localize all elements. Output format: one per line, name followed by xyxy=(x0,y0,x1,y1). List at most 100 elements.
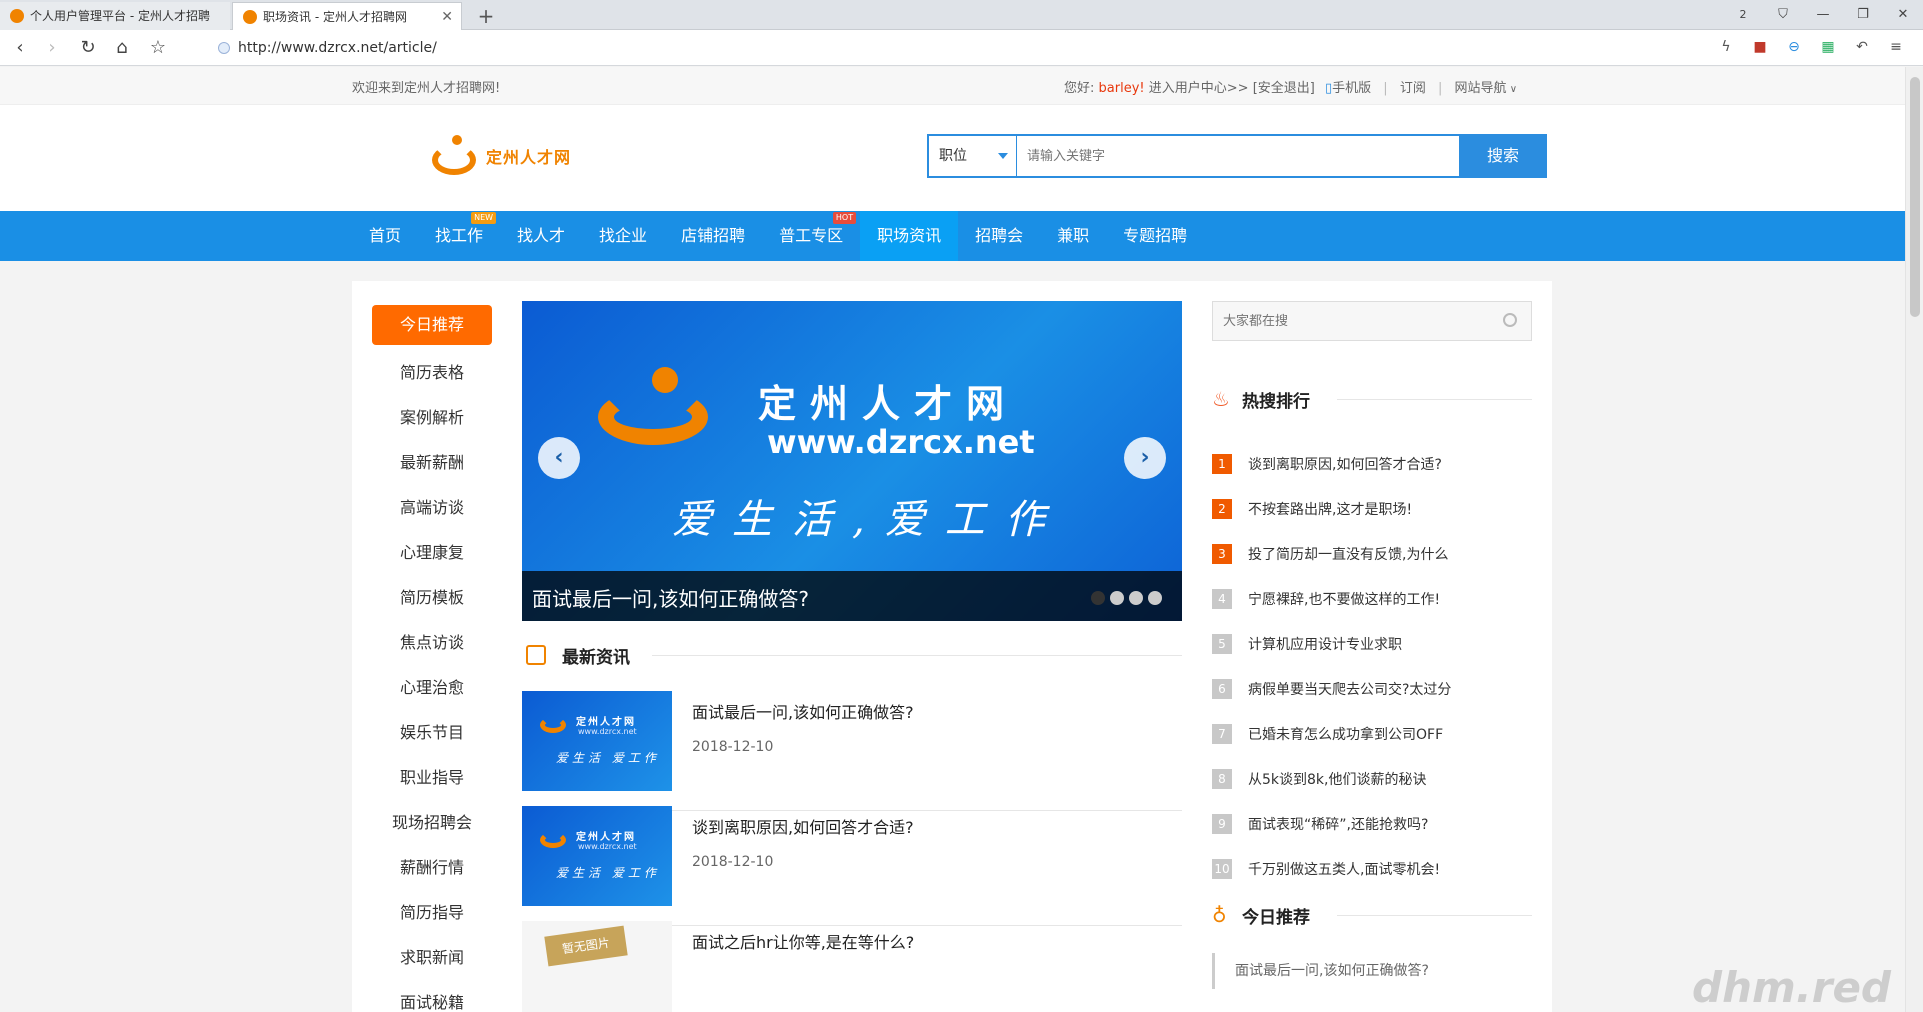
divider: | xyxy=(1437,81,1443,96)
hot-search-item[interactable]: 4 宁愿裸辞,也不要做这样的工作! xyxy=(1212,576,1532,621)
content-container: 今日推荐简历表格 案例解析 最新薪酬 高端访谈 心理康复 简历模板 焦点访谈 心理治愈 娱乐节目… xyxy=(352,281,1552,1012)
article-title[interactable]: 谈到离职原因,如何回答才合适? xyxy=(692,814,914,838)
hot-search-item[interactable]: 8 从5k谈到8k,他们谈薪的秘诀 xyxy=(1212,756,1532,801)
hot-search-text: 千万别做这五类人,面试零机会! xyxy=(1248,861,1441,878)
sidebar-item[interactable]: 案例解析 xyxy=(372,395,492,440)
nav-item[interactable]: 兼职 xyxy=(1040,211,1106,261)
refresh-icon[interactable]: ↻ xyxy=(76,36,100,60)
nav-item[interactable]: 首页 xyxy=(352,211,418,261)
lightning-icon[interactable]: ϟ xyxy=(1715,36,1737,58)
sidebar-item[interactable]: 现场招聘会 xyxy=(372,800,492,845)
divider xyxy=(652,655,1182,656)
new-tab-button[interactable]: + xyxy=(472,2,500,30)
hot-search-item[interactable]: 5 计算机应用设计专业求职 xyxy=(1212,621,1532,666)
rank-badge: 10 xyxy=(1212,858,1232,879)
search-icon[interactable] xyxy=(1503,313,1517,327)
article-item[interactable]: 定州人才网 www.dzrcx.net 爱生活 爱工作 面试最后一问,该如何正确做答?… xyxy=(522,691,1182,811)
sidebar-item[interactable]: 简历指导 xyxy=(372,890,492,935)
sidebar-item[interactable]: 焦点访谈 xyxy=(372,620,492,665)
minimize-button[interactable]: — xyxy=(1803,0,1843,30)
browser-tab[interactable]: 个人用户管理平台 - 定州人才招聘 xyxy=(0,2,230,30)
carousel-dot[interactable] xyxy=(1129,591,1143,605)
tab-count-badge[interactable]: 2 xyxy=(1723,0,1763,30)
restore-button[interactable]: ❐ xyxy=(1843,0,1883,30)
nav-item[interactable]: 找工作 NEW xyxy=(418,211,500,261)
nav-item[interactable]: 职场资讯 xyxy=(860,211,959,261)
carousel-dot[interactable] xyxy=(1110,591,1124,605)
shirt-icon[interactable]: ⛉ xyxy=(1763,0,1803,30)
page-scrollbar[interactable] xyxy=(1905,67,1923,1012)
article-title[interactable]: 面试之后hr让你等,是在等什么? xyxy=(692,929,914,953)
url-input[interactable]: http://www.dzrcx.net/article/ xyxy=(212,36,1652,60)
back-icon[interactable]: ‹ xyxy=(8,36,32,60)
sidebar-item[interactable]: 心理康复 xyxy=(372,530,492,575)
nav-item[interactable]: 找企业 xyxy=(582,211,664,261)
browser-tab-active[interactable]: 职场资讯 - 定州人才招聘网 ✕ xyxy=(232,2,462,30)
thumb-title: 定州人才网 xyxy=(576,832,636,843)
nav-item[interactable]: 招聘会 xyxy=(958,211,1040,261)
hot-search-item[interactable]: 9 面试表现“稀碎”,还能抢救吗? xyxy=(1212,801,1532,846)
hot-search-item[interactable]: 10 千万别做这五类人,面试零机会! xyxy=(1212,846,1532,891)
carousel-dot[interactable] xyxy=(1148,591,1162,605)
sidebar-item[interactable]: 高端访谈 xyxy=(372,485,492,530)
rank-badge: 4 xyxy=(1212,588,1232,609)
article-item[interactable]: 定州人才网 www.dzrcx.net 爱生活 爱工作 谈到离职原因,如何回答才合适?… xyxy=(522,806,1182,926)
article-thumbnail[interactable]: 定州人才网 www.dzrcx.net 爱生活 爱工作 xyxy=(522,691,672,791)
sidebar-item[interactable]: 求职新闻 xyxy=(372,935,492,980)
sidebar-item[interactable]: 简历表格 xyxy=(372,350,492,395)
hot-search-item[interactable]: 7 已婚未育怎么成功拿到公司OFF xyxy=(1212,711,1532,756)
side-search-input[interactable] xyxy=(1213,302,1483,340)
username-link[interactable]: barley! xyxy=(1099,81,1145,96)
sidebar-item[interactable]: 最新薪酬 xyxy=(372,440,492,485)
site-nav-link[interactable]: 网站导航 xyxy=(1455,81,1507,96)
scrollbar-thumb[interactable] xyxy=(1910,77,1920,317)
banner-carousel[interactable]: 定州人才网 www.dzrcx.net 爱生活,爱工作 ‹ › 面试最后一问,该… xyxy=(522,301,1182,621)
sidebar-item[interactable]: 薪酬行情 xyxy=(372,845,492,890)
article-title[interactable]: 面试最后一问,该如何正确做答? xyxy=(692,699,914,723)
article-thumbnail[interactable]: 定州人才网 www.dzrcx.net 爱生活 爱工作 xyxy=(522,806,672,906)
window-controls: 2 ⛉ — ❐ ✕ xyxy=(1723,0,1923,30)
forward-icon[interactable]: › xyxy=(40,36,64,60)
article-item[interactable]: 暂无图片 面试之后hr让你等,是在等什么? xyxy=(522,921,1182,1012)
close-tab-icon[interactable]: ✕ xyxy=(441,3,453,30)
home-icon[interactable]: ⌂ xyxy=(110,36,134,60)
hot-search-item[interactable]: 1 谈到离职原因,如何回答才合适? xyxy=(1212,441,1532,486)
bookmark-star-icon[interactable]: ☆ xyxy=(146,36,170,60)
site-logo[interactable]: 定州人才网 xyxy=(430,135,571,177)
nav-item[interactable]: 普工专区 HOT xyxy=(762,211,860,261)
sidebar-item[interactable]: 职业指导 xyxy=(372,755,492,800)
hot-search-item[interactable]: 3 投了简历却一直没有反馈,为什么 xyxy=(1212,531,1532,576)
hot-search-item[interactable]: 2 不按套路出牌,这才是职场! xyxy=(1212,486,1532,531)
carousel-dot[interactable] xyxy=(1091,591,1105,605)
sidebar-item[interactable]: 简历模板 xyxy=(372,575,492,620)
grid-apps-icon[interactable]: ▦ xyxy=(1817,36,1839,58)
rank-badge: 2 xyxy=(1212,498,1232,519)
hot-search-text: 病假单要当天爬去公司交?太过分 xyxy=(1248,681,1452,698)
mobile-link[interactable]: 手机版 xyxy=(1332,81,1371,96)
carousel-caption[interactable]: 面试最后一问,该如何正确做答? xyxy=(522,571,1182,621)
nav-item[interactable]: 专题招聘 xyxy=(1106,211,1204,261)
sidebar-item[interactable]: 心理治愈 xyxy=(372,665,492,710)
menu-icon[interactable]: ≡ xyxy=(1885,36,1907,58)
search-type-select[interactable]: 职位 xyxy=(929,136,1017,176)
sidebar-item[interactable]: 娱乐节目 xyxy=(372,710,492,755)
sidebar-item[interactable]: 今日推荐 xyxy=(372,305,492,345)
subscribe-link[interactable]: 订阅 xyxy=(1400,81,1426,96)
nav-item-label: 普工专区 xyxy=(779,226,844,245)
close-window-button[interactable]: ✕ xyxy=(1883,0,1923,30)
sidebar-item[interactable]: 面试秘籍 xyxy=(372,980,492,1012)
hot-search-item[interactable]: 6 病假单要当天爬去公司交?太过分 xyxy=(1212,666,1532,711)
keyword-input[interactable] xyxy=(1017,136,1459,176)
carousel-prev-button[interactable]: ‹ xyxy=(538,437,580,479)
minus-circle-icon[interactable]: ⊖ xyxy=(1783,36,1805,58)
carousel-next-button[interactable]: › xyxy=(1124,437,1166,479)
search-button[interactable]: 搜索 xyxy=(1459,134,1547,178)
article-thumbnail[interactable]: 暂无图片 xyxy=(522,921,672,1012)
logout-link[interactable]: [安全退出] xyxy=(1253,81,1315,96)
nav-item[interactable]: 找人才 xyxy=(500,211,582,261)
cube-icon[interactable]: ■ xyxy=(1749,36,1771,58)
undo-icon[interactable]: ↶ xyxy=(1851,36,1873,58)
user-center-link[interactable]: 进入用户中心>> xyxy=(1149,81,1249,96)
recommend-item[interactable]: 面试最后一问,该如何正确做答? xyxy=(1212,953,1532,989)
nav-item[interactable]: 店铺招聘 xyxy=(664,211,762,261)
